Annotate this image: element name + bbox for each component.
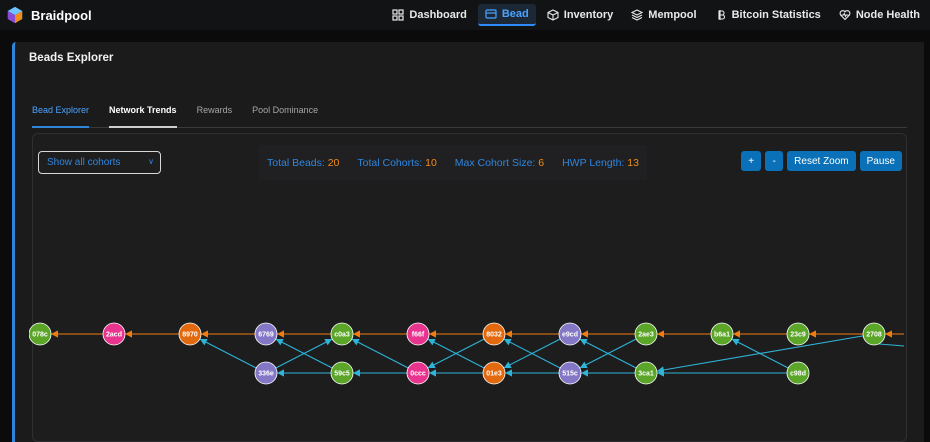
bead-label: b6a1 bbox=[714, 332, 730, 339]
bead-node[interactable]: 01e3 bbox=[482, 361, 506, 385]
hwp-edge-arrowhead bbox=[809, 330, 816, 338]
hwp-edge-arrowhead bbox=[353, 330, 360, 338]
bead-node[interactable]: 2708 bbox=[862, 322, 886, 346]
bead-label: 336e bbox=[258, 371, 274, 378]
bead-node[interactable]: 3ca1 bbox=[634, 361, 658, 385]
bead-label: 078c bbox=[32, 332, 48, 339]
bead-node[interactable]: c0a3 bbox=[330, 322, 354, 346]
bead-label: 0ccc bbox=[410, 371, 426, 378]
parent-edge-arrowhead bbox=[505, 369, 512, 377]
bead-label: 2acd bbox=[106, 332, 122, 339]
parent-edge bbox=[199, 338, 257, 369]
bead-label: 3ca1 bbox=[638, 371, 654, 378]
bead-node[interactable]: 2ae3 bbox=[634, 322, 658, 346]
parent-edge-arrowhead bbox=[277, 369, 284, 377]
hwp-edge-arrowhead bbox=[201, 330, 208, 338]
hwp-edge-arrowhead bbox=[51, 330, 58, 338]
bead-node[interactable]: c98d bbox=[786, 361, 810, 385]
bead-label: 59c5 bbox=[334, 371, 350, 378]
hwp-edge-arrowhead bbox=[277, 330, 284, 338]
bead-node[interactable]: e9cd bbox=[558, 322, 582, 346]
bead-label: 515c bbox=[562, 371, 578, 378]
bead-node[interactable]: 8970 bbox=[178, 322, 202, 346]
bead-node[interactable]: 6769 bbox=[254, 322, 278, 346]
bead-label: 8970 bbox=[182, 332, 198, 339]
bead-node[interactable]: 0ccc bbox=[406, 361, 430, 385]
bead-graph[interactable]: 078c 2acd 8970 6769 336e c0a3 59c5 f66f 0ccc 8032… bbox=[0, 0, 930, 442]
bead-node[interactable]: 2acd bbox=[102, 322, 126, 346]
hwp-edge-arrowhead bbox=[125, 330, 132, 338]
hwp-edge-arrowhead bbox=[505, 330, 512, 338]
parent-edge-arrowhead bbox=[581, 369, 588, 377]
bead-node[interactable]: 23c9 bbox=[786, 322, 810, 346]
bead-node[interactable]: 078c bbox=[29, 322, 52, 346]
bead-node[interactable]: 8032 bbox=[482, 322, 506, 346]
parent-edge bbox=[656, 335, 864, 372]
bead-label: e9cd bbox=[562, 332, 578, 339]
bead-node[interactable]: f66f bbox=[406, 322, 430, 346]
bead-node[interactable]: 336e bbox=[254, 361, 278, 385]
parent-edge-offscreen bbox=[878, 343, 904, 347]
hwp-edge-arrowhead bbox=[657, 330, 664, 338]
bead-label: 23c9 bbox=[790, 332, 806, 339]
bead-label: 2ae3 bbox=[638, 332, 654, 339]
bead-label: 2708 bbox=[866, 332, 882, 339]
parent-edge-arrowhead bbox=[429, 369, 436, 377]
bead-label: 6769 bbox=[258, 332, 274, 339]
bead-label: 01e3 bbox=[486, 371, 502, 378]
hwp-edge-arrowhead bbox=[581, 330, 588, 338]
parent-edge-arrowhead bbox=[353, 369, 360, 377]
bead-node[interactable]: b6a1 bbox=[710, 322, 734, 346]
bead-node[interactable]: 515c bbox=[558, 361, 582, 385]
bead-label: c0a3 bbox=[334, 332, 350, 339]
bead-label: 8032 bbox=[486, 332, 502, 339]
bead-label: c98d bbox=[790, 371, 806, 378]
bead-node[interactable]: 59c5 bbox=[330, 361, 354, 385]
hwp-edge-arrowhead bbox=[429, 330, 436, 338]
bead-label: f66f bbox=[412, 332, 425, 339]
hwp-edge-arrowhead bbox=[733, 330, 740, 338]
hwp-edge-incoming-arrowhead bbox=[885, 330, 892, 338]
parent-edge bbox=[351, 338, 409, 369]
